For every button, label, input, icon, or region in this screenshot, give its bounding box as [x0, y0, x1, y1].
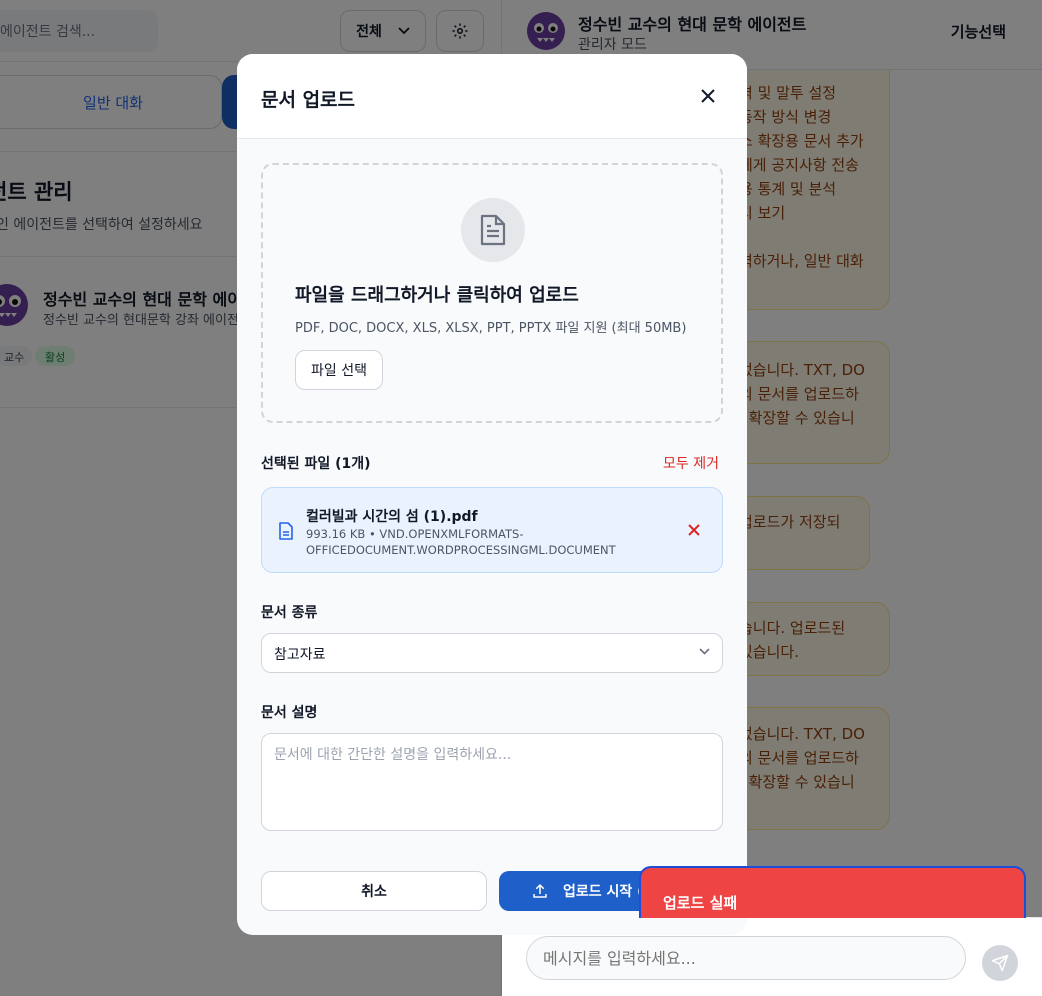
selected-files-label: 선택된 파일 (1개) [261, 456, 371, 472]
dropzone-title: 파일을 드래그하거나 클릭하여 업로드 [295, 285, 579, 306]
close-button[interactable] [697, 85, 719, 107]
send-button[interactable] [982, 945, 1018, 981]
select-file-button[interactable]: 파일 선택 [295, 350, 383, 390]
cancel-button[interactable]: 취소 [261, 871, 487, 911]
modal-header: 문서 업로드 [237, 54, 747, 139]
close-icon [701, 89, 715, 103]
error-toast: 업로드 실패 [639, 866, 1026, 918]
remove-file-icon[interactable] [686, 522, 702, 538]
chevron-down-icon [699, 648, 710, 655]
remove-all-button[interactable]: 모두 제거 [663, 453, 719, 473]
upload-button-label: 업로드 시작 ( [563, 884, 644, 900]
upload-icon [533, 884, 547, 898]
toast-message: 업로드 실패 [663, 894, 738, 912]
modal-title: 문서 업로드 [261, 89, 356, 111]
send-icon [991, 954, 1009, 972]
dropzone-subtitle: PDF, DOC, DOCX, XLS, XLSX, PPT, PPTX 파일 … [295, 321, 687, 336]
file-name: 컬러빌과 시간의 섬 (1).pdf [306, 509, 478, 525]
doc-type-label: 문서 종류 [261, 605, 318, 621]
doc-type-select[interactable]: 참고자료 [261, 633, 723, 673]
document-icon [461, 198, 525, 262]
doc-type-value: 참고자료 [274, 647, 326, 663]
file-list-item: 컬러빌과 시간의 섬 (1).pdf 993.16 KB • VND.OPENX… [261, 487, 723, 573]
message-input[interactable] [526, 936, 966, 980]
file-meta: 993.16 KB • VND.OPENXMLFORMATS-OFFICEDOC… [306, 527, 616, 557]
file-icon [279, 522, 293, 540]
file-dropzone[interactable]: 파일을 드래그하거나 클릭하여 업로드 PDF, DOC, DOCX, XLS,… [261, 163, 723, 423]
description-textarea[interactable] [261, 733, 723, 831]
description-label: 문서 설명 [261, 705, 318, 721]
upload-modal: 문서 업로드 파일을 드래그하거나 클릭하여 업로드 PDF, DOC, DOC… [237, 54, 747, 935]
